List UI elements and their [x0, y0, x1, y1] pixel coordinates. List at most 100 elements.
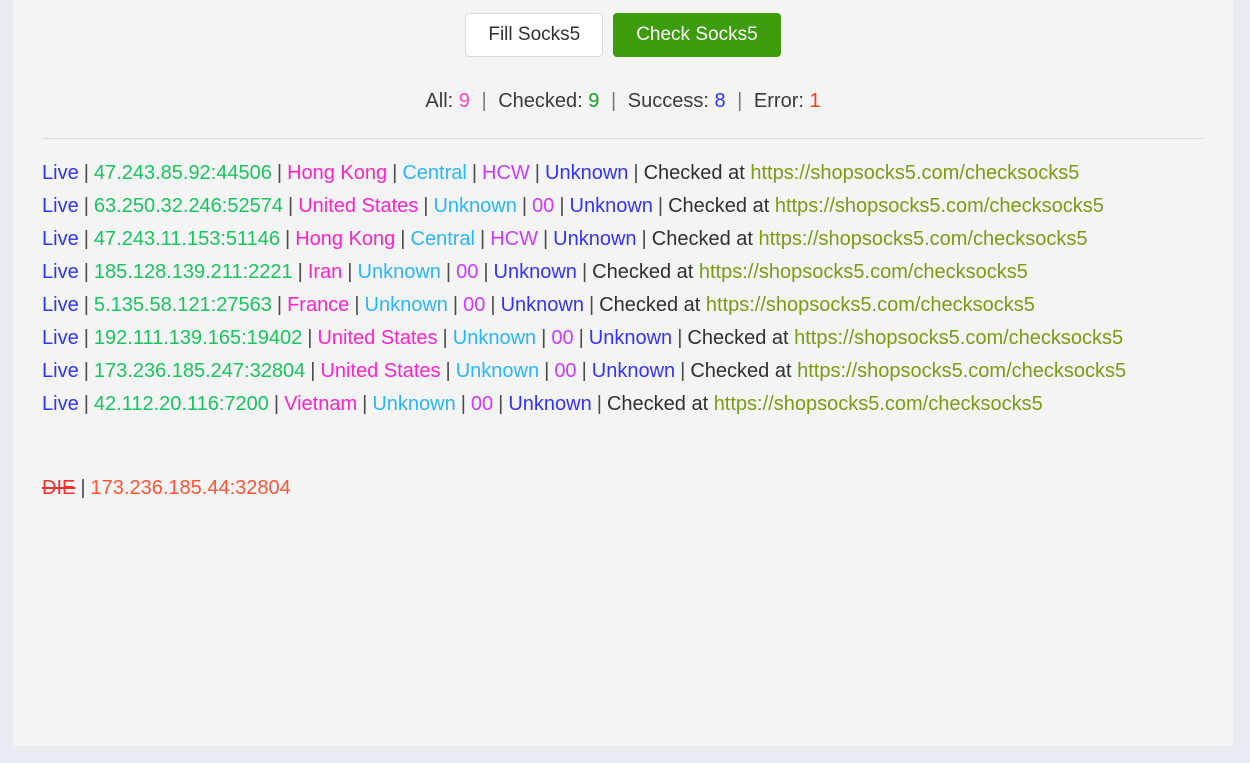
field-separator-6: | [581, 261, 588, 283]
dead-row: DIE | 173.236.185.44:32804 [42, 472, 1204, 505]
result-isp: Unknown [545, 162, 629, 184]
result-row: Live | 42.112.20.116:7200 | Vietnam | Unknown |… [42, 388, 1204, 421]
result-region: Central [410, 228, 475, 250]
result-status: Live [42, 327, 79, 349]
result-isp: Unknown [569, 195, 653, 217]
field-separator-2: | [285, 228, 291, 250]
result-checked-at-label: Checked at [643, 162, 745, 184]
field-separator-2: | [307, 327, 313, 349]
field-separator-1: | [83, 294, 89, 316]
stat-all-label: All: [425, 90, 454, 112]
field-separator-1: | [83, 393, 89, 415]
stat-all-value: 9 [458, 90, 470, 112]
result-region: Central [402, 162, 467, 184]
field-separator-4: | [479, 228, 486, 250]
result-city: HCW [482, 162, 530, 184]
field-separator-3: | [442, 327, 448, 349]
result-status: Live [42, 360, 79, 382]
result-check-url[interactable]: https://shopsocks5.com/checksocks5 [758, 228, 1087, 250]
result-check-url[interactable]: https://shopsocks5.com/checksocks5 [797, 360, 1126, 382]
result-host: 42.112.20.116:7200 [93, 393, 269, 415]
result-checked-at-label: Checked at [687, 327, 789, 349]
fill-socks5-button[interactable]: Fill Socks5 [465, 13, 604, 57]
result-row: Live | 47.243.85.92:44506 | Hong Kong | Centra… [42, 157, 1204, 190]
field-separator-5: | [542, 228, 549, 250]
field-separator-6: | [680, 360, 686, 382]
stats-summary: All: 9 | Checked: 9 | Success: 8 | Error… [13, 90, 1233, 113]
field-separator-1: | [83, 360, 89, 382]
result-check-url[interactable]: https://shopsocks5.com/checksocks5 [699, 261, 1028, 283]
result-check-url[interactable]: https://shopsocks5.com/checksocks5 [794, 327, 1123, 349]
field-separator-4: | [445, 261, 452, 283]
field-separator-2: | [310, 360, 316, 382]
field-separator-5: | [559, 195, 565, 217]
result-country: France [287, 294, 350, 316]
stat-separator-3: | [737, 90, 743, 112]
field-separator-1: | [83, 261, 89, 283]
stat-separator-2: | [610, 90, 617, 112]
dead-host: 173.236.185.44:32804 [90, 477, 291, 499]
field-separator-6: | [596, 393, 602, 415]
toolbar: Fill Socks5 Check Socks5 [13, 0, 1233, 57]
result-status: Live [42, 195, 79, 217]
result-check-url[interactable]: https://shopsocks5.com/checksocks5 [775, 195, 1104, 217]
field-separator-2: | [276, 162, 283, 184]
field-separator-1: | [80, 477, 86, 499]
result-row: Live | 47.243.11.153:51146 | Hong Kong | Centr… [42, 223, 1204, 256]
field-separator-5: | [498, 393, 504, 415]
result-host: 192.111.139.165:19402 [93, 327, 303, 349]
result-host: 185.128.139.211:2221 [93, 261, 293, 283]
field-separator-3: | [400, 228, 406, 250]
result-city: 00 [470, 393, 494, 415]
field-separator-5: | [534, 162, 540, 184]
result-checked-at-label: Checked at [690, 360, 792, 382]
result-country: United States [298, 195, 419, 217]
field-separator-3: | [354, 294, 360, 316]
result-status: Live [42, 393, 79, 415]
result-host: 47.243.11.153:51146 [93, 228, 281, 250]
field-separator-2: | [276, 294, 283, 316]
result-check-url[interactable]: https://shopsocks5.com/checksocks5 [714, 393, 1043, 415]
field-separator-4: | [541, 327, 547, 349]
check-socks5-button[interactable]: Check Socks5 [613, 13, 781, 57]
result-checked-at-label: Checked at [599, 294, 701, 316]
result-isp: Unknown [591, 360, 676, 382]
field-separator-4: | [521, 195, 528, 217]
result-city: 00 [532, 195, 555, 217]
result-status: Live [42, 228, 79, 250]
field-separator-5: | [483, 261, 489, 283]
field-separator-6: | [657, 195, 664, 217]
result-country: United States [317, 327, 438, 349]
app-card: Fill Socks5 Check Socks5 All: 9 | Checke… [13, 0, 1233, 746]
result-isp: Unknown [553, 228, 637, 250]
result-city: 00 [456, 261, 479, 283]
result-host: 63.250.32.246:52574 [93, 195, 283, 217]
field-separator-6: | [633, 162, 639, 184]
result-check-url[interactable]: https://shopsocks5.com/checksocks5 [706, 294, 1035, 316]
result-city: 00 [551, 327, 574, 349]
field-separator-6: | [677, 327, 683, 349]
result-country: United States [320, 360, 441, 382]
stat-success-value: 8 [714, 90, 726, 112]
field-separator-5: | [490, 294, 496, 316]
field-separator-3: | [392, 162, 398, 184]
field-separator-4: | [544, 360, 550, 382]
result-host: 173.236.185.247:32804 [93, 360, 306, 382]
field-separator-3: | [362, 393, 368, 415]
field-separator-1: | [83, 228, 89, 250]
result-checked-at-label: Checked at [592, 261, 694, 283]
result-checked-at-label: Checked at [606, 393, 709, 415]
result-checked-at-label: Checked at [651, 228, 753, 250]
stat-success-label: Success: [627, 90, 709, 112]
result-country: Iran [307, 261, 343, 283]
field-separator-6: | [588, 294, 595, 316]
result-country: Vietnam [284, 393, 358, 415]
field-separator-1: | [83, 162, 89, 184]
result-check-url[interactable]: https://shopsocks5.com/checksocks5 [750, 162, 1079, 184]
result-row: Live | 173.236.185.247:32804 | United States… [42, 355, 1204, 388]
result-isp: Unknown [508, 393, 592, 415]
field-separator-4: | [460, 393, 466, 415]
result-city: 00 [463, 294, 486, 316]
result-city: 00 [554, 360, 577, 382]
field-separator-1: | [83, 327, 89, 349]
